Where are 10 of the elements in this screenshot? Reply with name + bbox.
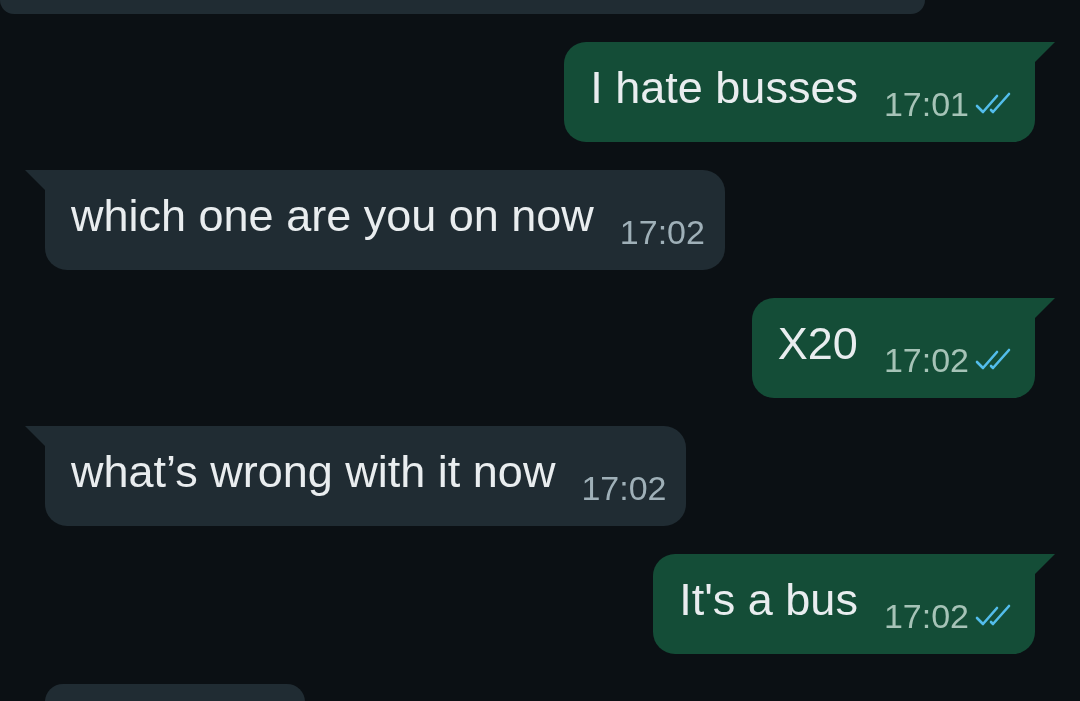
message-text: I hate busses <box>590 62 858 114</box>
message-text: It's a bus <box>679 574 858 626</box>
message-time: 17:02 <box>883 340 969 380</box>
message-time: 17:02 <box>883 596 969 636</box>
message-time: 17:02 <box>581 468 667 508</box>
message-time: 17:02 <box>619 212 705 252</box>
message-text: X20 <box>777 318 858 370</box>
message-text: which one are you on now <box>71 190 594 242</box>
message-text: what’s wrong with it now <box>71 446 556 498</box>
message-time: 17:01 <box>883 84 969 124</box>
